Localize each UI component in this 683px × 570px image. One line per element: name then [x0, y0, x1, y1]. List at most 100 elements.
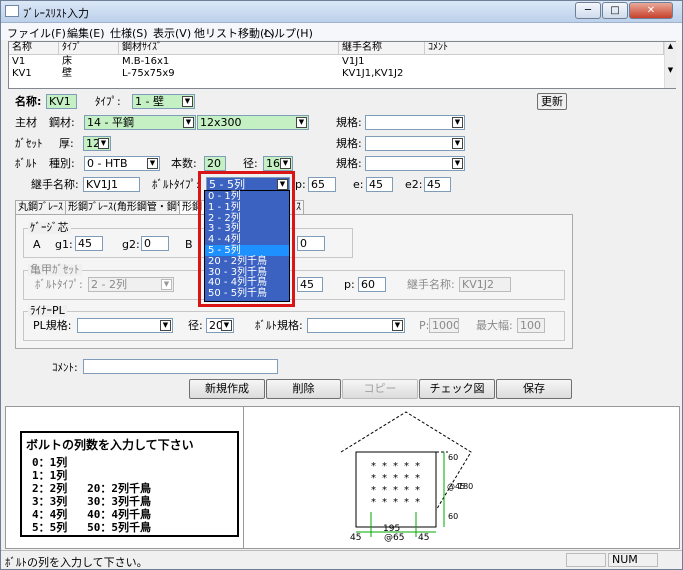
- brace-list[interactable]: 名称 ﾀｲﾌﾟ 鋼材ｻｲｽﾞ 継手名称 ｺﾒﾝﾄ V1 床 M.B-16x1 V…: [8, 41, 676, 89]
- list-cell[interactable]: KV1J1,KV1J2: [342, 68, 403, 80]
- g2-field[interactable]: 0: [141, 236, 169, 251]
- save-button[interactable]: 保存: [496, 379, 572, 399]
- bolt-mark: *: [404, 461, 409, 472]
- chevron-down-icon: ▼: [296, 117, 307, 128]
- pl-spec-select[interactable]: ▼: [77, 318, 173, 333]
- info-panel: ボルトの列数を入力して下さい 0：1列 1：1列 2：2列 20：2列千鳥 3：…: [5, 406, 680, 549]
- bolt-mark: *: [393, 485, 398, 496]
- check-drawing-button[interactable]: チェック図: [419, 379, 495, 399]
- close-button[interactable]: ✕: [629, 2, 673, 19]
- col-comment[interactable]: ｺﾒﾝﾄ: [425, 42, 664, 55]
- bolt-mark: *: [371, 473, 376, 484]
- chevron-down-icon: ▼: [183, 117, 194, 128]
- tab-shape-brace-tube[interactable]: 形鋼ﾌﾞﾚｰｽ(角形鋼管・鋼管): [65, 200, 194, 215]
- bolt-dia-select[interactable]: 16 ▼: [263, 156, 293, 171]
- delete-button[interactable]: 削除: [266, 379, 341, 399]
- col-name[interactable]: 名称: [9, 42, 59, 55]
- dim-label: 180: [458, 482, 473, 491]
- maximize-button[interactable]: □: [602, 2, 628, 19]
- list-cell[interactable]: KV1: [12, 68, 32, 80]
- dim-label: 60: [448, 453, 458, 462]
- bolt-mark: *: [404, 473, 409, 484]
- type-select[interactable]: 1 - 壁 ▼: [132, 94, 195, 109]
- steel-label: 鋼材:: [49, 116, 75, 129]
- help-title: ボルトの列数を入力して下さい: [26, 438, 194, 452]
- kikko-value-field[interactable]: 45: [297, 277, 323, 292]
- liner-bolt-spec-select[interactable]: ▼: [307, 318, 405, 333]
- kikko-bolt-type-select[interactable]: 2 - 2列 ▼: [88, 277, 174, 292]
- bolt-mark: *: [393, 461, 398, 472]
- bolt-mark: *: [415, 461, 420, 472]
- e-label: e:: [353, 178, 364, 191]
- kikko-joint-field[interactable]: KV1J2: [459, 277, 511, 292]
- menu-spec[interactable]: 仕様(S): [110, 25, 148, 41]
- dim-label: 45: [418, 533, 429, 543]
- g1-label: g1:: [55, 238, 73, 251]
- list-cell[interactable]: V1J1: [342, 56, 365, 68]
- list-cell[interactable]: L-75x75x9: [122, 68, 175, 80]
- p-field[interactable]: 65: [308, 177, 336, 192]
- update-button[interactable]: 更新: [537, 93, 567, 110]
- menu-file[interactable]: ファイル(F): [7, 25, 66, 41]
- chevron-down-icon: ▼: [280, 158, 291, 169]
- name-field[interactable]: KV1: [46, 94, 77, 109]
- liner-bolt-spec-label: ﾎﾞﾙﾄ規格:: [255, 319, 303, 332]
- col-type[interactable]: ﾀｲﾌﾟ: [59, 42, 119, 55]
- bolt-mark: *: [415, 485, 420, 496]
- e-field[interactable]: 45: [366, 177, 393, 192]
- menu-help[interactable]: ヘルプ(H): [263, 25, 313, 41]
- spec-select[interactable]: ▼: [365, 115, 465, 130]
- spec-label: 規格:: [336, 116, 362, 129]
- copy-button[interactable]: コピー: [342, 379, 418, 399]
- main-label: 主材: [15, 116, 37, 129]
- bolt-mark: *: [382, 473, 387, 484]
- title-bar: ﾌﾞﾚｰｽﾘｽﾄ入力 ─ □ ✕: [1, 1, 682, 23]
- bolt-spec-select[interactable]: ▼: [365, 156, 465, 171]
- g2-label: g2:: [122, 238, 140, 251]
- g1-field[interactable]: 45: [75, 236, 103, 251]
- help-line: 4：4列 40：4列千鳥: [32, 508, 151, 521]
- menu-view[interactable]: 表示(V): [153, 25, 191, 41]
- menu-bar: ファイル(F) 編集(E) 仕様(S) 表示(V) 他リスト移動(L) ヘルプ(…: [1, 23, 682, 40]
- tab-round-brace[interactable]: 丸鋼ﾌﾞﾚｰｽ: [15, 200, 66, 215]
- app-icon: [5, 5, 19, 17]
- chevron-down-icon: ▼: [452, 138, 463, 149]
- menu-edit[interactable]: 編集(E): [67, 25, 105, 41]
- dim-label: @65: [384, 533, 404, 543]
- steel-size-select[interactable]: 12x300 ▼: [197, 115, 309, 130]
- comment-field[interactable]: [83, 359, 278, 374]
- type-label: ﾀｲﾌﾟ:: [95, 95, 121, 108]
- liner-dia-label: 径:: [188, 319, 203, 332]
- steel-select[interactable]: 14 - 平鋼 ▼: [84, 115, 196, 130]
- status-text: ﾎﾞﾙﾄの列を入力して下さい。: [5, 556, 148, 569]
- bolt-count-field[interactable]: 20: [204, 156, 226, 171]
- col-joint[interactable]: 継手名称: [339, 42, 425, 55]
- max-width-field[interactable]: 100: [517, 318, 545, 333]
- kikko-p-field[interactable]: 60: [358, 277, 386, 292]
- liner-label: ﾗｲﾅｰPL: [28, 304, 67, 317]
- minimize-button[interactable]: ─: [575, 2, 601, 19]
- bolt-mark: *: [393, 497, 398, 508]
- list-cell[interactable]: 床: [62, 56, 72, 68]
- bolt-mark: *: [404, 497, 409, 508]
- max-width-label: 最大幅:: [476, 319, 513, 332]
- list-scrollbar[interactable]: ▲ ▼: [664, 42, 676, 88]
- new-button[interactable]: 新規作成: [189, 379, 265, 399]
- thickness-select[interactable]: 12 ▼: [83, 136, 111, 151]
- list-cell[interactable]: M.B-16x1: [122, 56, 169, 68]
- col-steel[interactable]: 鋼材ｻｲｽﾞ: [119, 42, 339, 55]
- liner-dia-select[interactable]: 20 ▼: [206, 318, 234, 333]
- list-cell[interactable]: V1: [12, 56, 25, 68]
- e2-field[interactable]: 45: [424, 177, 451, 192]
- joint-name-field[interactable]: KV1J1: [83, 177, 140, 192]
- bolt-count-label: 本数:: [171, 157, 197, 170]
- chevron-down-icon: ▼: [161, 279, 172, 290]
- gusset-spec-select[interactable]: ▼: [365, 136, 465, 151]
- liner-p-field[interactable]: 1000: [429, 318, 459, 333]
- list-cell[interactable]: 壁: [62, 68, 72, 80]
- bolt-mark: *: [415, 473, 420, 484]
- bolt-kind-select[interactable]: 0 - HTB ▼: [84, 156, 160, 171]
- e2-label: e2:: [405, 178, 423, 191]
- gauge-b-field[interactable]: 0: [297, 236, 325, 251]
- chevron-down-icon: ▼: [98, 138, 109, 149]
